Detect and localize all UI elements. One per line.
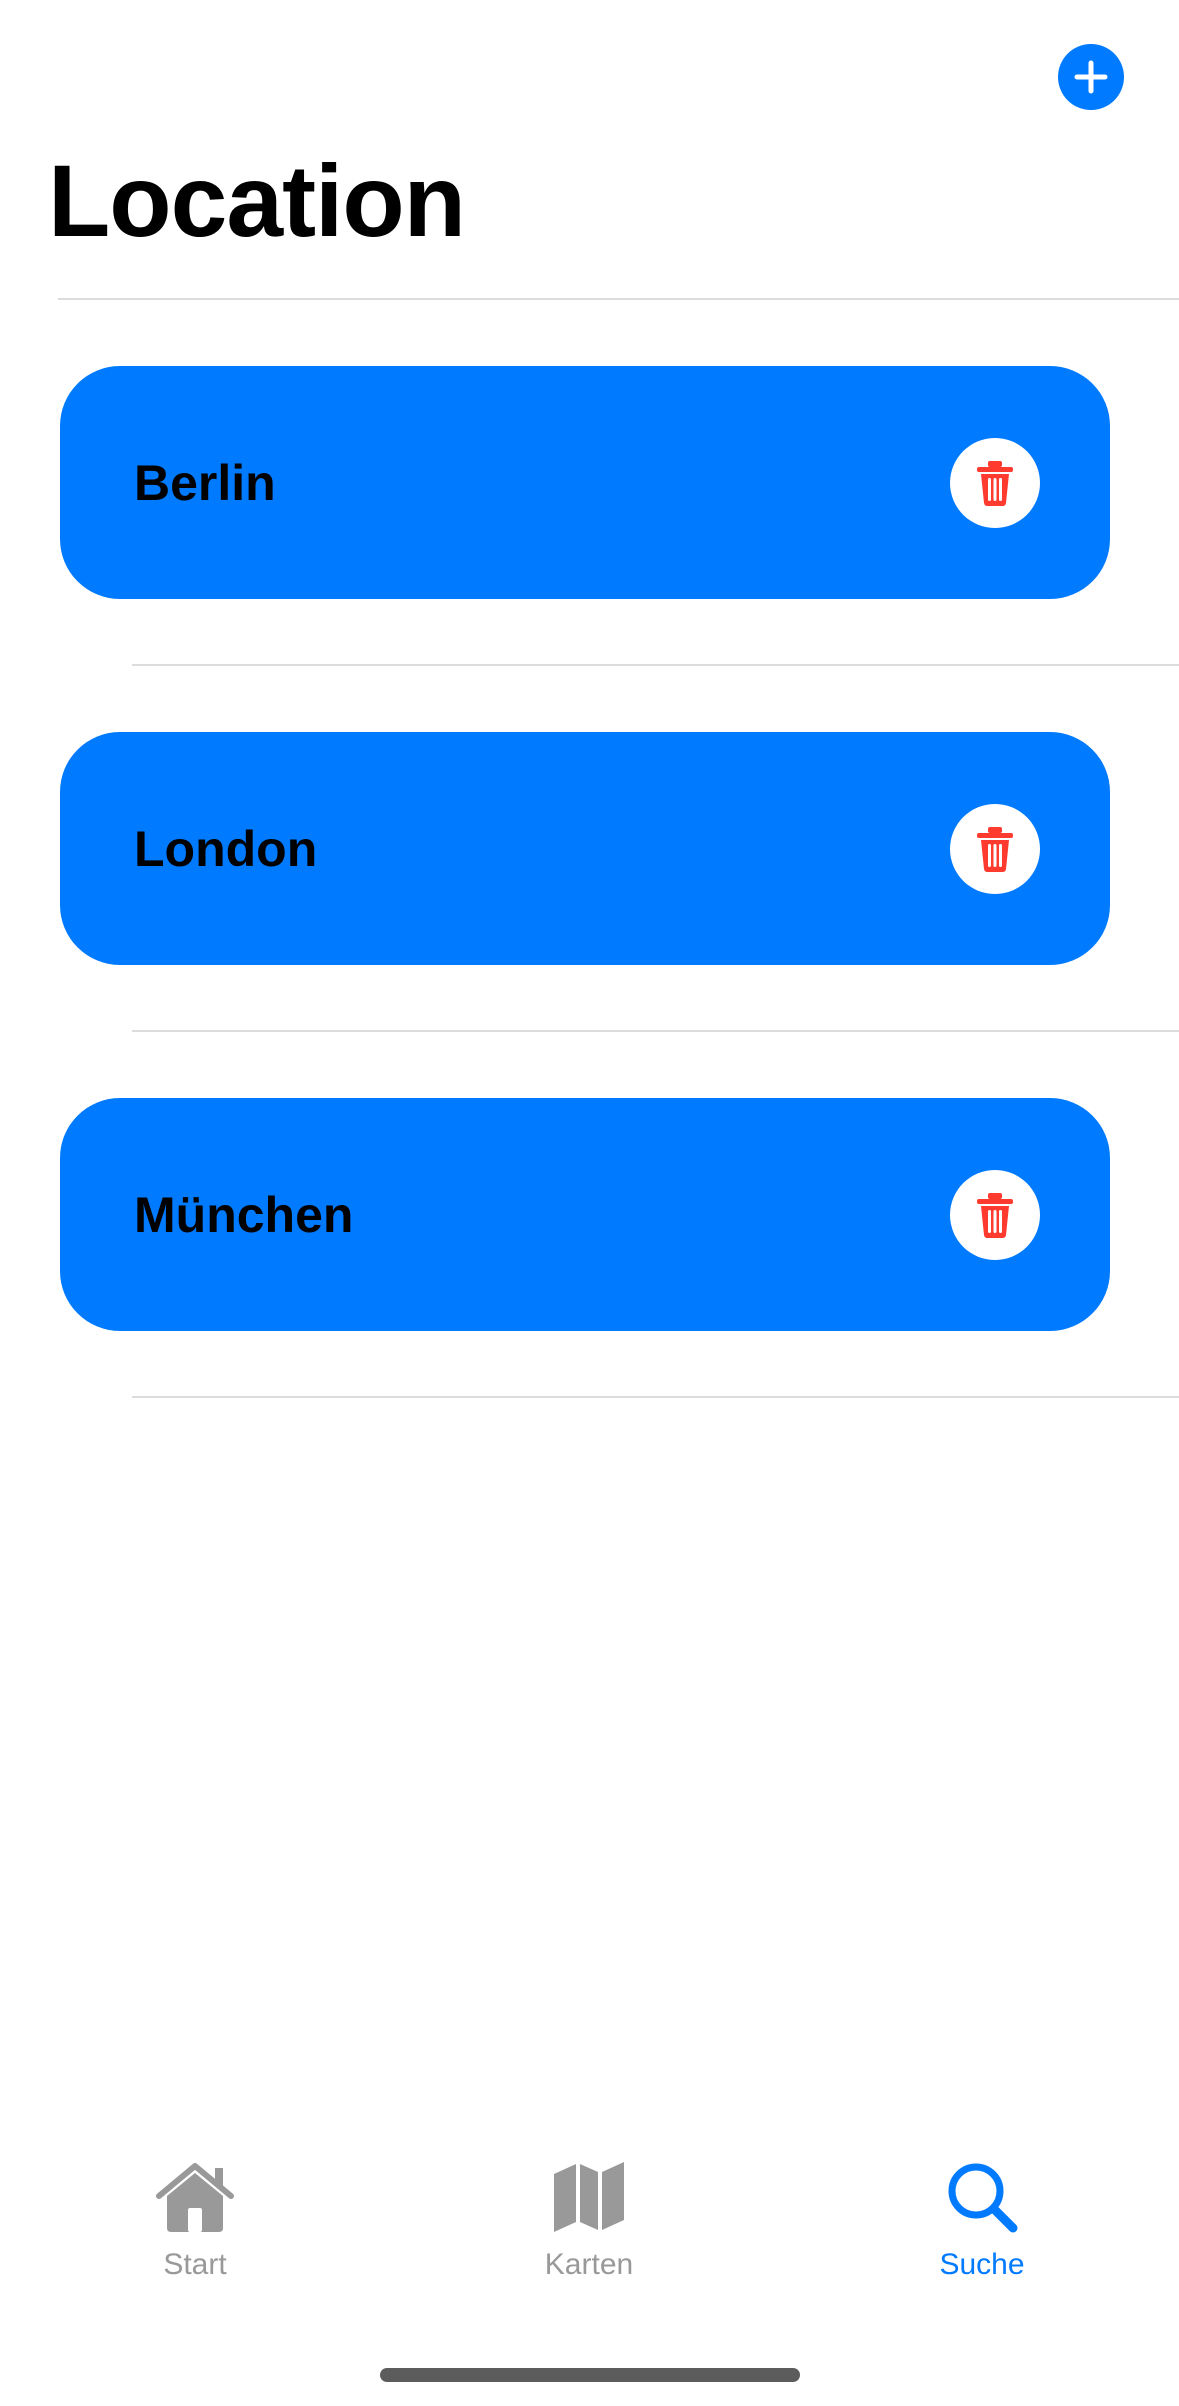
- map-icon: [554, 2162, 624, 2232]
- location-name: München: [134, 1186, 354, 1243]
- location-card-london[interactable]: London: [60, 732, 1110, 965]
- tab-label: Karten: [544, 2248, 634, 2281]
- tab-label: Start: [163, 2248, 227, 2281]
- tab-start[interactable]: Start: [95, 2160, 295, 2282]
- header-divider: [58, 298, 1179, 300]
- location-name: Berlin: [134, 454, 276, 511]
- location-card-muenchen[interactable]: München: [60, 1098, 1110, 1331]
- house-icon: [156, 2163, 234, 2232]
- row-divider: [132, 664, 1179, 666]
- delete-button[interactable]: [950, 437, 1040, 528]
- tab-bar: Start Karten Suche: [0, 2160, 1179, 2320]
- delete-button[interactable]: [950, 803, 1040, 894]
- location-name: London: [134, 820, 318, 877]
- home-indicator: [380, 2368, 800, 2382]
- row-divider: [132, 1396, 1179, 1398]
- trash-icon: [977, 1192, 1013, 1238]
- tab-karten[interactable]: Karten: [489, 2160, 689, 2282]
- delete-button[interactable]: [950, 1169, 1040, 1260]
- location-card-berlin[interactable]: Berlin: [60, 366, 1110, 599]
- tab-label: Suche: [939, 2248, 1025, 2281]
- page-title: Location: [48, 144, 466, 258]
- plus-icon: [1074, 60, 1108, 94]
- search-icon: [948, 2163, 1018, 2233]
- trash-icon: [977, 826, 1013, 872]
- row-divider: [132, 1030, 1179, 1032]
- add-location-button[interactable]: [1058, 44, 1124, 110]
- tab-suche[interactable]: Suche: [882, 2160, 1082, 2282]
- trash-icon: [977, 460, 1013, 506]
